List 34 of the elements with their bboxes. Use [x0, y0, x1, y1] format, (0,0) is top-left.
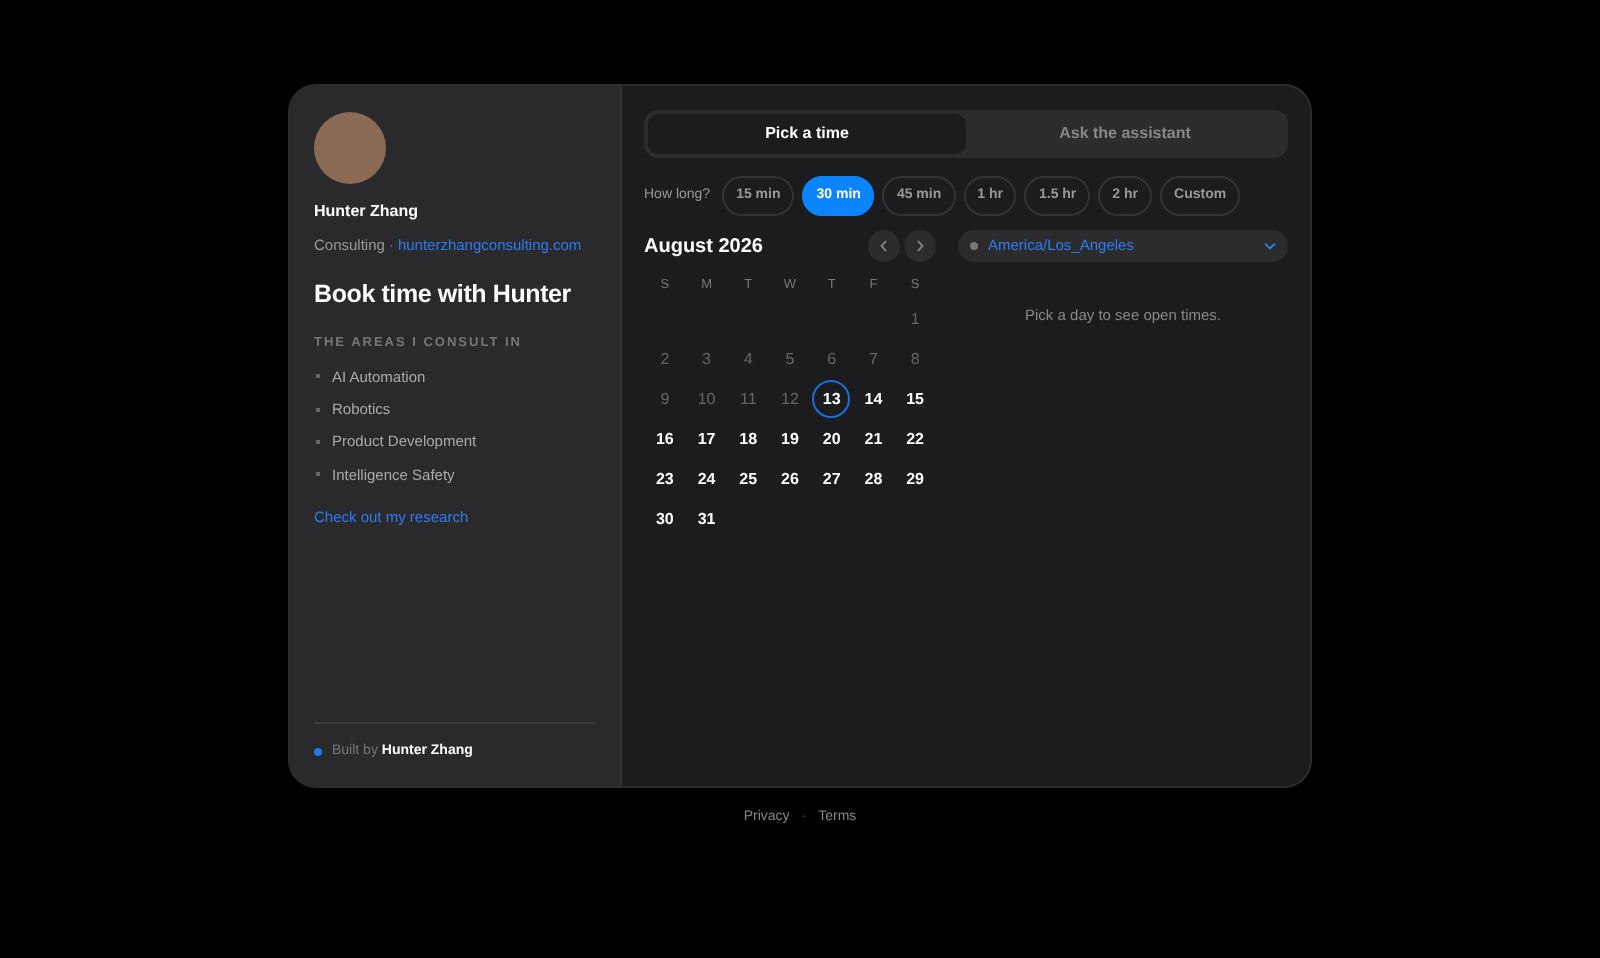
chevron-right-icon: [916, 240, 924, 252]
calendar-day[interactable]: 23: [645, 460, 684, 499]
profile-name: Hunter Zhang: [314, 200, 420, 224]
calendar-day[interactable]: 22: [896, 420, 935, 459]
calendar-day[interactable]: 30: [645, 500, 684, 539]
calendar-day[interactable]: 18: [729, 420, 768, 459]
calendar-day[interactable]: 27: [812, 460, 851, 499]
calendar-day[interactable]: 8: [896, 340, 935, 379]
tab[interactable]: Ask the assistant: [966, 114, 1284, 154]
calendar-day[interactable]: 25: [729, 460, 768, 499]
chevron-down-icon: [1264, 242, 1276, 250]
calendar-day[interactable]: 26: [770, 460, 809, 499]
calendar-day[interactable]: 15: [896, 380, 935, 419]
month-title: August 2026: [644, 233, 765, 261]
page-heading: Book time with Hunter: [314, 278, 573, 313]
previous-month-button[interactable]: [868, 230, 900, 262]
calendar-day[interactable]: 31: [687, 500, 726, 539]
calendar-day[interactable]: 6: [812, 340, 851, 379]
calendar-day[interactable]: 13: [812, 380, 851, 419]
calendar-day[interactable]: 14: [854, 380, 893, 419]
calendar-day[interactable]: 4: [729, 340, 768, 379]
calendar-day[interactable]: 20: [812, 420, 851, 459]
avatar-photo-placeholder: [314, 112, 386, 184]
calendar-day[interactable]: 17: [687, 420, 726, 459]
next-month-button[interactable]: [904, 230, 936, 262]
calendar-day[interactable]: 21: [854, 420, 893, 459]
tab[interactable]: Pick a time: [648, 114, 966, 154]
calendar-day[interactable]: 19: [770, 420, 809, 459]
calendar-day[interactable]: 24: [687, 460, 726, 499]
calendar-day[interactable]: 29: [896, 460, 935, 499]
chevron-left-icon: [880, 240, 888, 252]
calendar-day[interactable]: 3: [687, 340, 726, 379]
calendar-day[interactable]: 28: [854, 460, 893, 499]
calendar-day[interactable]: 16: [645, 420, 684, 459]
